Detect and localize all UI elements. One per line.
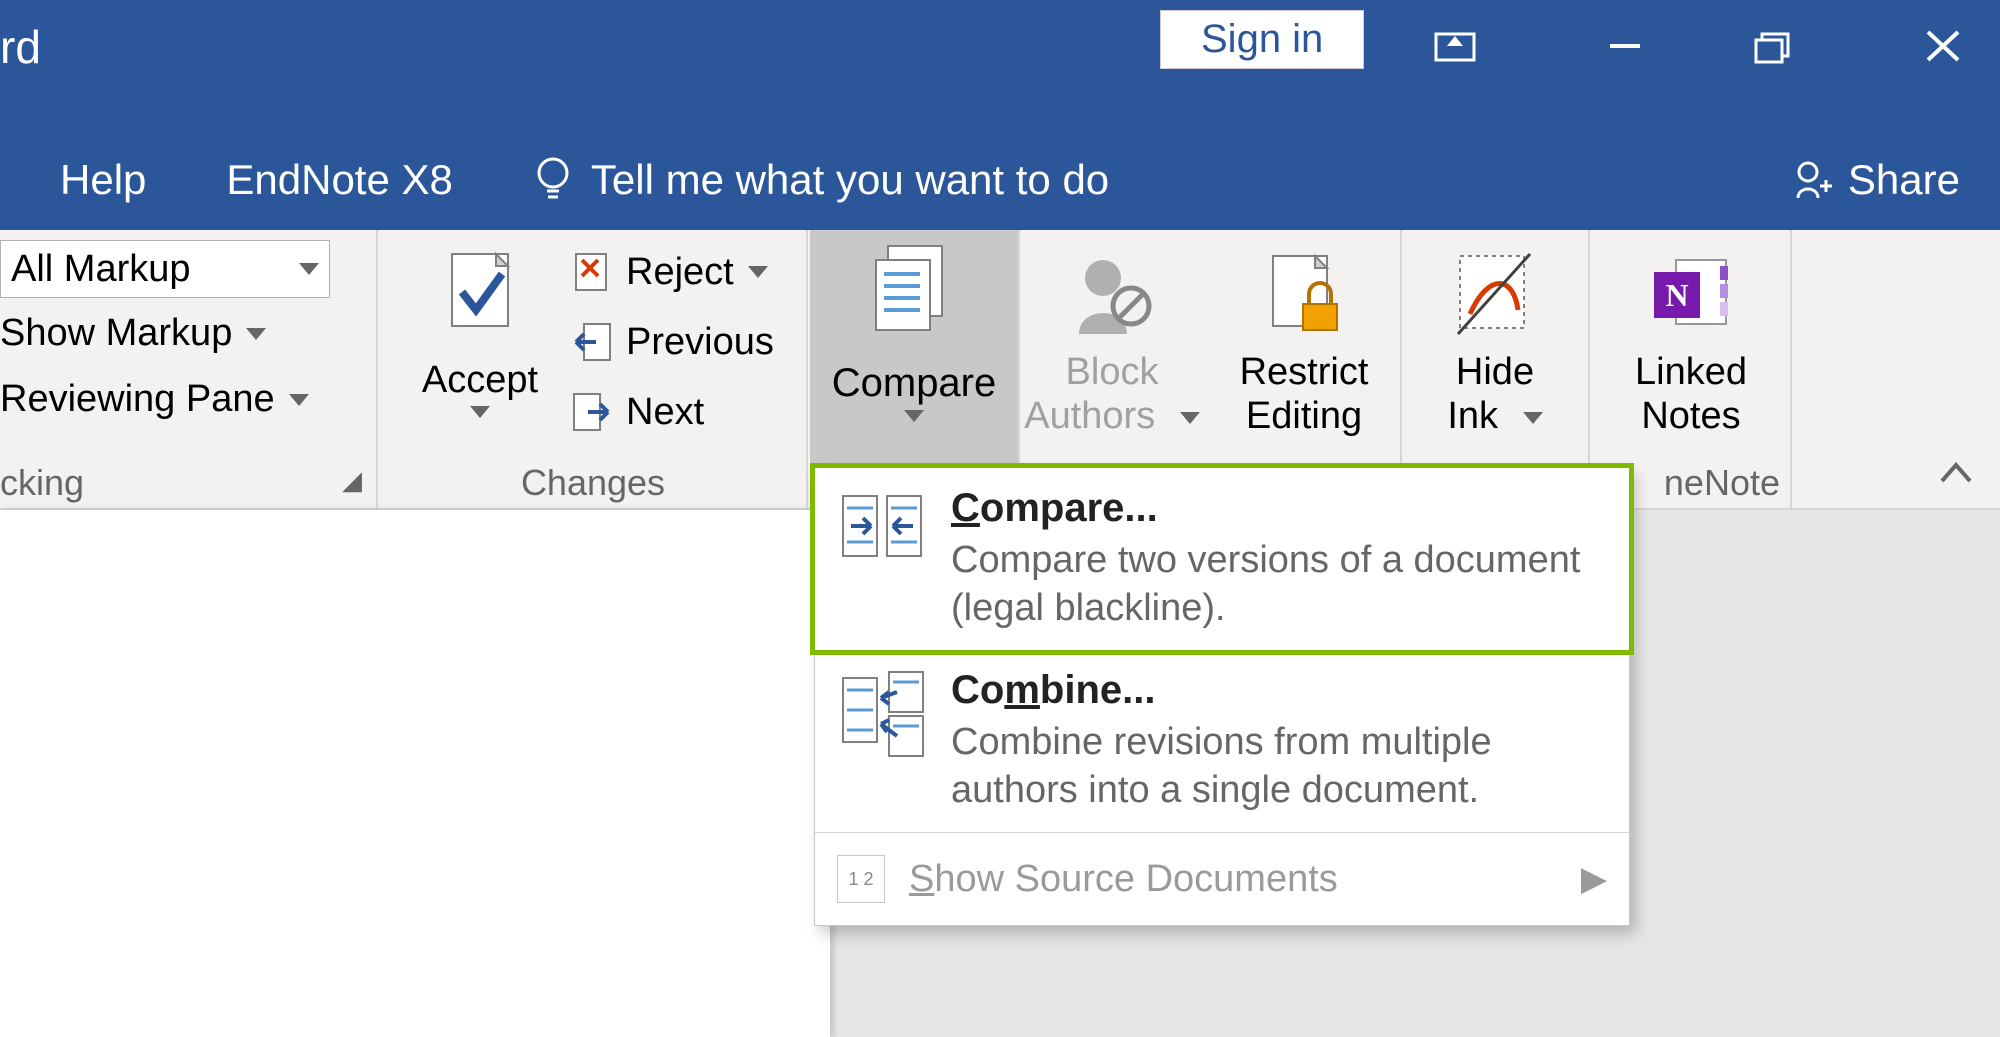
show-markup-label: Show Markup: [0, 312, 232, 355]
menu-combine-item[interactable]: Combine... Combine revisions from multip…: [815, 650, 1629, 832]
accept-icon: [440, 250, 520, 350]
menu-combine-title: Combine...: [951, 668, 1607, 713]
chevron-down-icon: [470, 406, 490, 418]
share-button[interactable]: Share: [1792, 156, 1960, 204]
hide-ink-icon: [1450, 250, 1540, 340]
restore-icon[interactable]: [1748, 26, 1798, 76]
combine-docs-icon: [837, 668, 927, 758]
previous-button[interactable]: Previous: [570, 320, 774, 364]
ribbon-display-options-icon[interactable]: [1430, 26, 1480, 76]
menu-show-source-documents[interactable]: 1 2 Show Source Documents ▶: [815, 833, 1629, 925]
tell-me-label: Tell me what you want to do: [591, 156, 1109, 204]
compare-icon: [864, 240, 964, 350]
chevron-down-icon: [904, 410, 924, 422]
close-icon[interactable]: [1918, 26, 1968, 76]
next-button[interactable]: Next: [570, 390, 704, 434]
restrict-editing-button[interactable]: Restrict Editing: [1214, 250, 1394, 438]
block-authors-line1: Block: [1066, 351, 1159, 393]
menu-compare-title: Compare...: [951, 486, 1607, 531]
titlebar: rd Sign in Help EndNote X8 T: [0, 0, 2000, 230]
tell-me-search[interactable]: Tell me what you want to do: [533, 155, 1109, 205]
group-tracking: All Markup Show Markup Reviewing Pane ck…: [0, 230, 378, 510]
collapse-ribbon-icon[interactable]: [1938, 456, 1974, 498]
menu-compare-desc: Compare two versions of a document (lega…: [951, 537, 1607, 632]
show-source-icon: 1 2: [837, 855, 885, 903]
show-source-label: Show Source Documents: [909, 858, 1338, 901]
reviewing-pane-button[interactable]: Reviewing Pane: [0, 378, 309, 421]
chevron-down-icon: [289, 394, 309, 406]
block-authors-line2: Authors: [1024, 395, 1155, 437]
app-title: rd: [0, 20, 41, 74]
compare-label: Compare: [810, 361, 1018, 406]
compare-docs-icon: [837, 486, 927, 576]
share-label: Share: [1848, 156, 1960, 204]
compare-button[interactable]: Compare: [810, 240, 1018, 422]
onenote-icon: N: [1646, 250, 1736, 340]
dialog-launcher-icon[interactable]: ◢: [342, 465, 362, 496]
next-icon: [570, 390, 614, 434]
hide-ink-button[interactable]: Hide Ink: [1402, 250, 1588, 438]
previous-icon: [570, 320, 614, 364]
restrict-editing-icon: [1259, 250, 1349, 340]
group-changes: Accept Reject Previous Next: [380, 230, 808, 510]
chevron-down-icon: [299, 263, 319, 275]
svg-text:N: N: [1665, 277, 1688, 313]
hide-ink-line2: Ink: [1447, 395, 1498, 437]
sign-in-button[interactable]: Sign in: [1160, 10, 1364, 69]
chevron-down-icon: [1180, 412, 1200, 424]
hide-ink-line1: Hide: [1456, 351, 1534, 393]
tab-help[interactable]: Help: [60, 156, 146, 204]
combo-value: All Markup: [11, 248, 191, 291]
reject-button[interactable]: Reject: [570, 250, 768, 294]
next-label: Next: [626, 391, 704, 434]
compare-dropdown-menu: Compare... Compare two versions of a doc…: [814, 466, 1630, 926]
chevron-down-icon: [246, 328, 266, 340]
menu-combine-desc: Combine revisions from multiple authors …: [951, 719, 1607, 814]
block-authors-button[interactable]: Block Authors: [1022, 250, 1202, 438]
submenu-arrow-icon: ▶: [1581, 859, 1607, 899]
lightbulb-icon: [533, 155, 573, 205]
display-for-review-combo[interactable]: All Markup: [0, 240, 330, 298]
reject-label: Reject: [626, 251, 734, 294]
group-label-tracking: cking: [0, 462, 376, 504]
restrict-line1: Restrict: [1240, 351, 1369, 393]
accept-button[interactable]: Accept: [410, 250, 550, 418]
linked-notes-line2: Notes: [1641, 395, 1740, 437]
menu-compare-item[interactable]: Compare... Compare two versions of a doc…: [810, 463, 1634, 655]
ribbon-tabs: Help EndNote X8 Tell me what you want to…: [0, 140, 2000, 220]
previous-label: Previous: [626, 321, 774, 364]
linked-notes-line1: Linked: [1635, 351, 1747, 393]
linked-notes-button[interactable]: N Linked Notes: [1592, 250, 1790, 438]
minimize-icon[interactable]: [1600, 26, 1650, 76]
share-icon: [1792, 158, 1836, 202]
chevron-down-icon: [1523, 412, 1543, 424]
reject-icon: [570, 250, 614, 294]
group-label-changes: Changes: [380, 462, 806, 504]
show-markup-button[interactable]: Show Markup: [0, 312, 266, 355]
document-page[interactable]: [0, 510, 830, 1037]
reviewing-pane-label: Reviewing Pane: [0, 378, 275, 421]
chevron-down-icon: [748, 266, 768, 278]
tab-endnote[interactable]: EndNote X8: [226, 156, 453, 204]
restrict-line2: Editing: [1246, 395, 1362, 437]
block-authors-icon: [1067, 250, 1157, 340]
accept-label: Accept: [410, 359, 550, 402]
